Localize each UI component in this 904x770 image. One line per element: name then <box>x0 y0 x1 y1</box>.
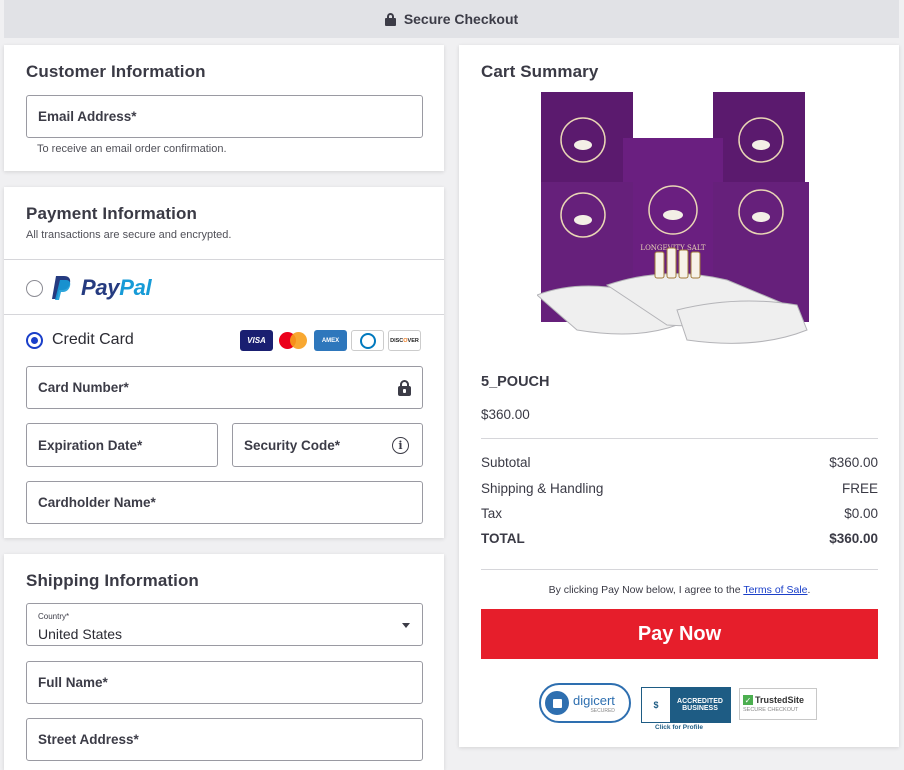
terms-text: By clicking Pay Now below, I agree to th… <box>481 584 878 596</box>
paypal-logo-icon <box>52 276 71 300</box>
lock-icon <box>398 380 411 396</box>
product-image: LONGEVITY SALT <box>537 92 809 344</box>
payment-information-card: Payment Information All transactions are… <box>4 187 444 538</box>
credit-card-radio[interactable] <box>26 331 43 349</box>
tax-label: Tax <box>481 506 503 521</box>
expiration-date-label: Expiration Date* <box>38 437 143 453</box>
bbb-line2: BUSINESS <box>682 705 718 712</box>
product-name: 5_POUCH <box>481 374 550 390</box>
terms-suffix: . <box>807 584 811 596</box>
paypal-pay-text: Pay <box>81 275 120 300</box>
payment-information-title: Payment Information <box>26 204 197 223</box>
subtotal-label: Subtotal <box>481 455 531 470</box>
trustedsite-title: TrustedSite <box>755 695 805 705</box>
cardholder-name-label: Cardholder Name* <box>38 495 156 510</box>
paypal-option[interactable]: PayPal <box>26 275 152 301</box>
divider <box>4 259 444 260</box>
paypal-radio[interactable] <box>26 279 43 297</box>
amex-icon: AMEX <box>314 330 347 351</box>
divider <box>481 569 878 570</box>
email-field-label: Email Address* <box>38 109 137 124</box>
digicert-badge[interactable]: digicert SECURED <box>539 683 631 723</box>
secure-checkout-bar: Secure Checkout <box>4 0 899 38</box>
card-number-label: Card Number* <box>38 380 129 395</box>
shipping-label: Shipping & Handling <box>481 481 604 496</box>
discover-icon: DISC O VER <box>388 330 421 351</box>
secure-checkout-title: Secure Checkout <box>403 11 519 27</box>
shipping-value: FREE <box>841 481 878 496</box>
street-address-field[interactable]: Street Address* <box>26 718 423 761</box>
full-name-label: Full Name* <box>38 675 108 690</box>
full-name-field[interactable]: Full Name* <box>26 661 423 704</box>
subtotal-row: Subtotal $360.00 <box>481 455 878 470</box>
trustedsite-badge[interactable]: ✓ TrustedSite SECURE CHECKOUT <box>739 688 817 720</box>
trustedsite-sub: SECURE CHECKOUT <box>743 707 799 713</box>
tax-value: $0.00 <box>844 506 878 521</box>
divider <box>481 438 878 439</box>
expiration-date-field[interactable]: Expiration Date* <box>26 423 218 467</box>
total-value: $360.00 <box>829 531 878 546</box>
shipping-information-card: Shipping Information Country* United Sta… <box>4 554 444 770</box>
cart-summary-title: Cart Summary <box>481 62 599 81</box>
country-select[interactable]: Country* United States <box>26 603 423 646</box>
customer-information-title: Customer Information <box>26 62 206 81</box>
tax-row: Tax $0.00 <box>481 506 878 521</box>
total-label: TOTAL <box>481 531 525 546</box>
email-field[interactable]: Email Address* <box>26 95 423 138</box>
product-price: $360.00 <box>481 407 530 422</box>
bbb-logo-icon: $ <box>642 688 670 722</box>
country-label: Country* <box>38 612 70 621</box>
street-address-label: Street Address* <box>38 732 139 747</box>
bbb-profile-link[interactable]: Click for Profile <box>655 724 703 731</box>
pay-now-button[interactable]: Pay Now <box>481 609 878 659</box>
security-code-field[interactable]: Security Code* i <box>232 423 423 467</box>
card-brand-logos: VISA AMEX DISC O VER <box>240 330 421 351</box>
credit-card-label: Credit Card <box>52 331 134 348</box>
total-row: TOTAL $360.00 <box>481 531 878 546</box>
payment-subtitle: All transactions are secure and encrypte… <box>26 229 232 241</box>
digicert-sub: SECURED <box>590 707 615 714</box>
cart-summary-card: Cart Summary LONGEVITY SALT 5_POUCH $360… <box>459 45 899 747</box>
check-icon: ✓ <box>743 695 753 705</box>
paypal-pal-text: Pal <box>119 275 152 300</box>
terms-of-sale-link[interactable]: Terms of Sale <box>743 584 807 596</box>
divider <box>4 314 444 315</box>
security-code-label: Security Code* <box>244 437 341 453</box>
credit-card-option[interactable]: Credit Card <box>26 331 134 349</box>
chevron-down-icon <box>402 623 410 628</box>
visa-icon: VISA <box>240 330 273 351</box>
digicert-name: digicert <box>573 692 615 708</box>
card-number-field[interactable]: Card Number* <box>26 366 423 409</box>
diners-club-icon <box>351 330 384 351</box>
bbb-badge[interactable]: $ ACCREDITED BUSINESS Click for Profile <box>641 687 731 731</box>
mastercard-icon <box>277 330 310 351</box>
cardholder-name-field[interactable]: Cardholder Name* <box>26 481 423 524</box>
country-value: United States <box>38 626 123 642</box>
customer-information-card: Customer Information Email Address* To r… <box>4 45 444 171</box>
terms-prefix: By clicking Pay Now below, I agree to th… <box>548 584 744 596</box>
paypal-wordmark: PayPal <box>81 275 152 301</box>
shipping-information-title: Shipping Information <box>26 571 199 590</box>
digicert-lock-icon <box>545 691 569 715</box>
info-icon[interactable]: i <box>392 437 409 454</box>
lock-icon <box>384 12 396 26</box>
bbb-line1: ACCREDITED <box>677 698 723 705</box>
email-hint: To receive an email order confirmation. <box>37 143 227 155</box>
subtotal-value: $360.00 <box>829 455 878 470</box>
shipping-row: Shipping & Handling FREE <box>481 481 878 496</box>
